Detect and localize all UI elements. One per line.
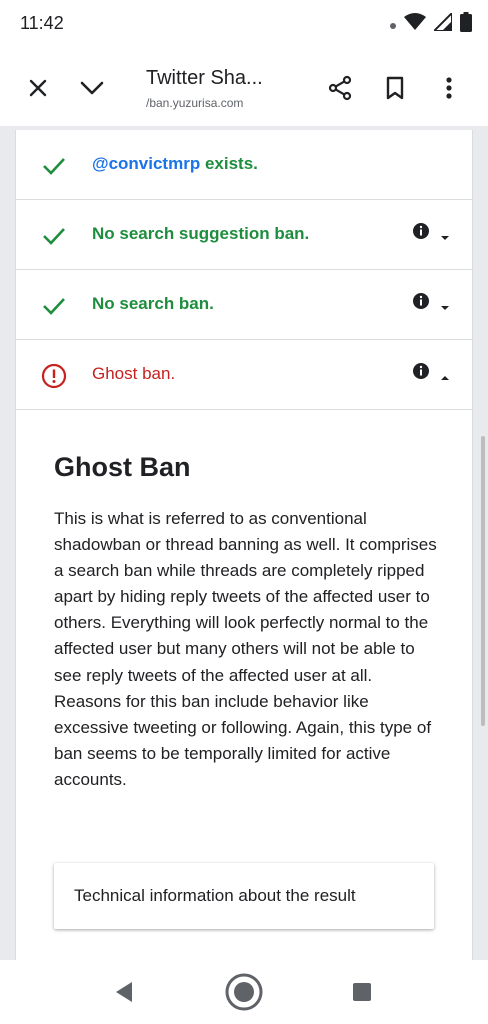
result-label: @convictmrp exists. [92, 154, 258, 173]
result-row-exists: @convictmrp exists. [16, 130, 472, 200]
custom-tab-toolbar: Twitter Sha... /ban.yuzurisa.com [0, 50, 488, 126]
status-icons [390, 10, 472, 37]
battery-icon [460, 12, 472, 37]
signal-icon [431, 10, 453, 36]
check-icon [40, 222, 68, 250]
user-handle-link[interactable]: @convictmrp [92, 154, 200, 173]
close-icon[interactable] [18, 68, 58, 108]
wifi-icon [404, 13, 426, 36]
back-icon[interactable] [102, 970, 146, 1014]
detail-title: Ghost Ban [54, 452, 191, 482]
results-card: @convictmrp exists. No search suggestion… [15, 130, 473, 960]
technical-info-button[interactable]: Technical information about the result [54, 863, 434, 929]
info-icon[interactable] [412, 292, 430, 310]
result-label: No search suggestion ban. [92, 224, 310, 243]
check-icon [40, 152, 68, 180]
home-icon[interactable] [222, 970, 266, 1014]
page-title: Twitter Sha... [146, 67, 263, 89]
status-bar: 11:42 [0, 0, 488, 50]
info-icon[interactable] [412, 362, 430, 380]
dot-icon [390, 16, 396, 34]
chevron-down-icon[interactable] [72, 68, 112, 108]
scrollbar[interactable] [481, 436, 485, 726]
result-label: No search ban. [92, 294, 214, 313]
caret-down-icon[interactable] [440, 228, 450, 240]
technical-info-label: Technical information about the result [74, 886, 356, 905]
caret-up-icon[interactable] [440, 368, 450, 380]
page-url: /ban.yuzurisa.com [146, 96, 244, 110]
web-content: @convictmrp exists. No search suggestion… [0, 126, 488, 960]
result-row-ghost-ban[interactable]: Ghost ban. [16, 340, 472, 410]
caret-down-icon[interactable] [440, 298, 450, 310]
result-label: Ghost ban. [92, 364, 176, 383]
check-icon [40, 292, 68, 320]
detail-description: This is what is referred to as conventio… [54, 509, 437, 789]
info-icon[interactable] [412, 222, 430, 240]
system-nav-bar [0, 960, 488, 1024]
more-vert-icon[interactable] [429, 68, 469, 108]
bookmark-icon[interactable] [375, 68, 415, 108]
recents-icon[interactable] [340, 970, 384, 1014]
status-time: 11:42 [20, 13, 64, 33]
result-row-search-ban[interactable]: No search ban. [16, 270, 472, 340]
error-icon [40, 362, 68, 390]
share-icon[interactable] [320, 68, 360, 108]
result-row-search-suggestion-ban[interactable]: No search suggestion ban. [16, 200, 472, 270]
